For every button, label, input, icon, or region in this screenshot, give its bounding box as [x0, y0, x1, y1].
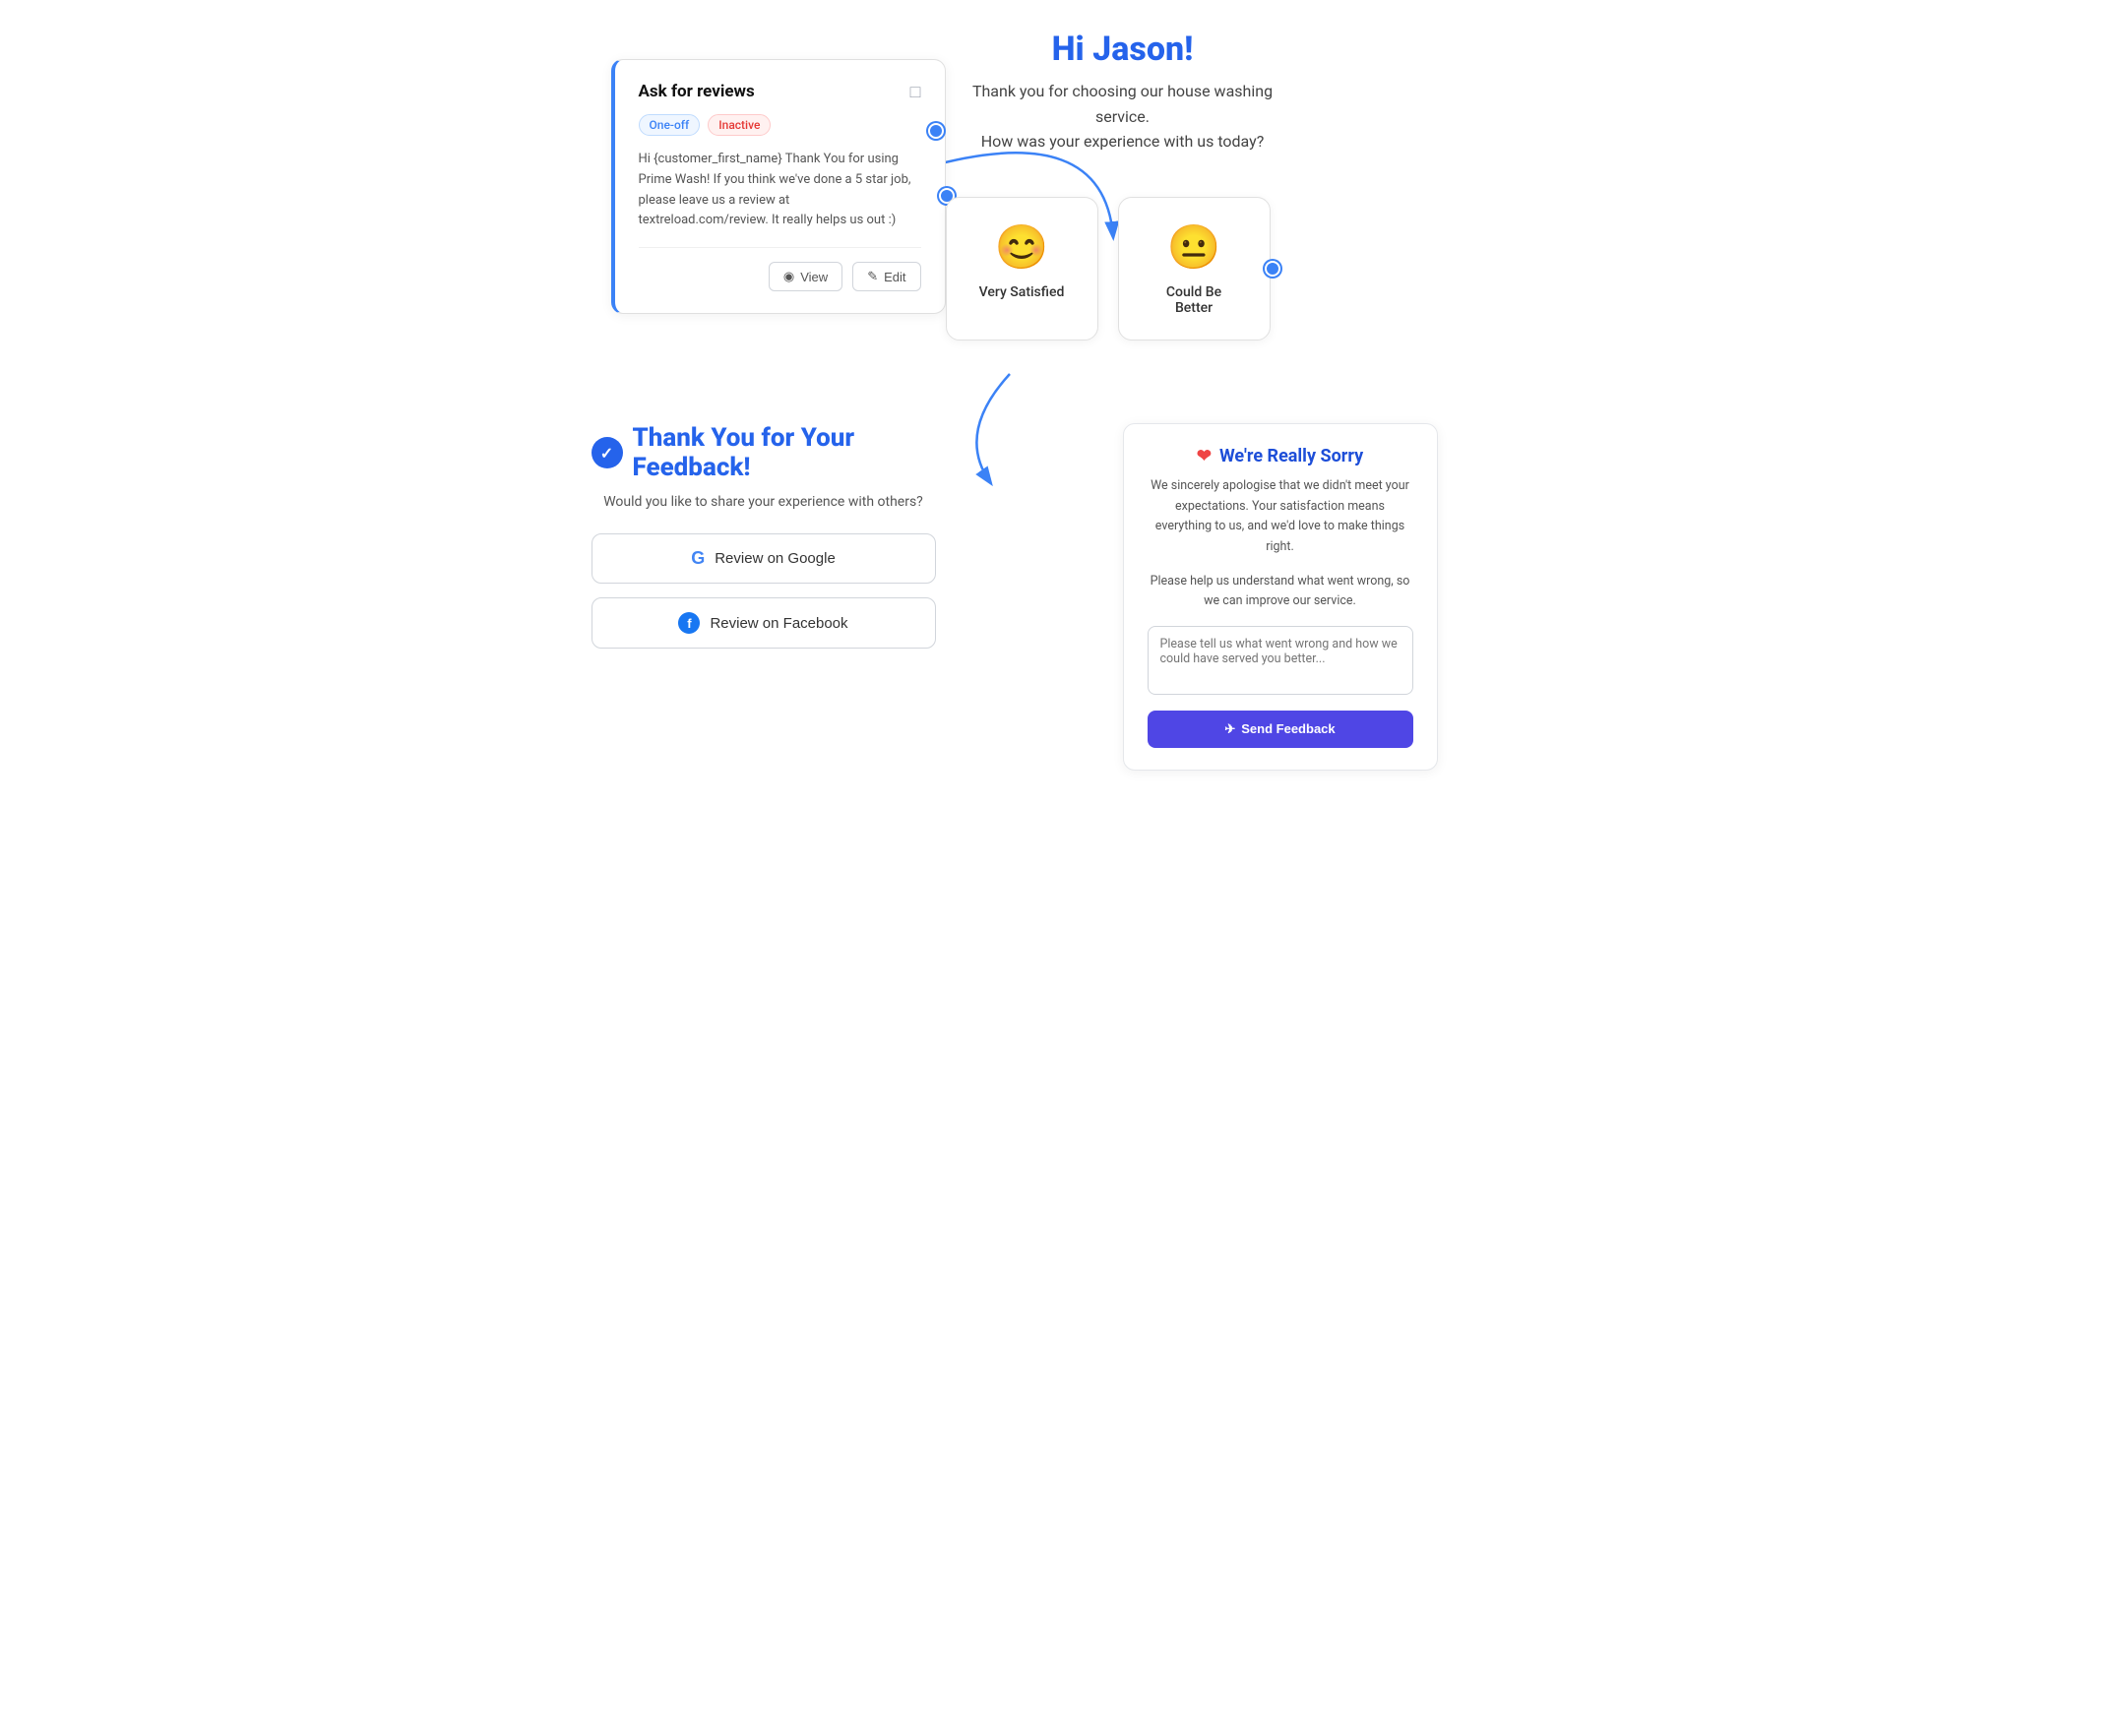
neutral-label: Could Be Better — [1151, 284, 1238, 316]
facebook-icon: f — [678, 612, 700, 634]
greeting-line1: Thank you for choosing our house washing… — [972, 82, 1273, 126]
card-body-text: Hi {customer_first_name} Thank You for u… — [639, 150, 921, 231]
greeting-title: Hi Jason! — [965, 30, 1280, 69]
pencil-icon: ✎ — [867, 269, 878, 284]
option-very-satisfied[interactable]: 😊 Very Satisfied — [946, 197, 1098, 341]
option-could-be-better[interactable]: 😐 Could Be Better — [1118, 197, 1271, 341]
neutral-emoji: 😐 — [1151, 221, 1238, 273]
google-icon: G — [691, 548, 705, 569]
heart-icon: ❤ — [1197, 446, 1212, 466]
send-label: Send Feedback — [1241, 721, 1335, 736]
card-title: Ask for reviews — [639, 82, 755, 101]
ask-reviews-card: Ask for reviews □ One-off Inactive Hi {c… — [611, 59, 946, 314]
feedback-textarea[interactable] — [1148, 626, 1413, 695]
google-label: Review on Google — [715, 550, 836, 567]
sorry-body1: We sincerely apologise that we didn't me… — [1148, 476, 1413, 558]
view-label: View — [800, 270, 828, 284]
badge-oneoff: One-off — [639, 114, 701, 136]
edit-label: Edit — [884, 270, 905, 284]
greeting-block: Hi Jason! Thank you for choosing our hou… — [965, 30, 1280, 155]
check-icon: ✓ — [592, 437, 623, 468]
greeting-line2: How was your experience with us today? — [981, 132, 1265, 151]
facebook-label: Review on Facebook — [710, 615, 847, 632]
thankyou-subtitle: Would you like to share your experience … — [592, 494, 936, 510]
send-icon: ✈ — [1224, 721, 1235, 737]
send-feedback-button[interactable]: ✈ Send Feedback — [1148, 711, 1413, 748]
eye-icon: ◉ — [783, 269, 794, 284]
sorry-body2: Please help us understand what went wron… — [1148, 572, 1413, 612]
badge-inactive: Inactive — [708, 114, 771, 136]
sorry-block: ❤ We're Really Sorry We sincerely apolog… — [1123, 423, 1438, 771]
satisfied-emoji: 😊 — [978, 221, 1066, 273]
edit-button[interactable]: ✎ Edit — [852, 262, 920, 291]
view-button[interactable]: ◉ View — [769, 262, 842, 291]
review-facebook-button[interactable]: f Review on Facebook — [592, 597, 936, 649]
thankyou-block: ✓ Thank You for Your Feedback! Would you… — [592, 423, 936, 662]
sorry-title-text: We're Really Sorry — [1219, 446, 1363, 466]
options-row: 😊 Very Satisfied 😐 Could Be Better — [946, 197, 1271, 341]
thankyou-title-text: Thank You for Your Feedback! — [633, 423, 936, 482]
message-icon: □ — [910, 82, 921, 102]
satisfied-label: Very Satisfied — [978, 284, 1066, 300]
review-google-button[interactable]: G Review on Google — [592, 533, 936, 584]
